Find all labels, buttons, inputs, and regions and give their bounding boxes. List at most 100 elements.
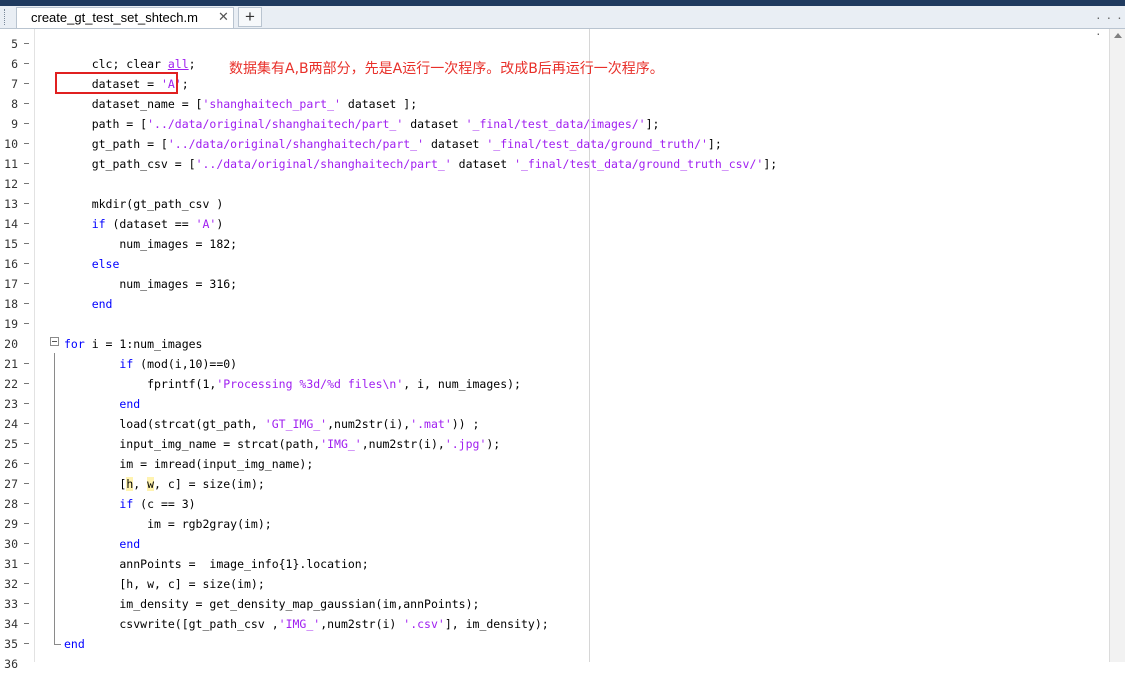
line-number[interactable]: 33 <box>0 594 18 614</box>
breakpoint-marker[interactable] <box>24 623 29 624</box>
line-number[interactable]: 36 <box>0 654 18 674</box>
line-number[interactable]: 17 <box>0 274 18 294</box>
line-number[interactable]: 34 <box>0 614 18 634</box>
breakpoint-marker[interactable] <box>24 83 29 84</box>
code-keyword: if <box>91 217 106 231</box>
line-number[interactable]: 35 <box>0 634 18 654</box>
breakpoint-marker[interactable] <box>24 543 29 544</box>
code-line[interactable]: 10 gt_path = ['../data/original/shanghai… <box>0 134 1125 154</box>
tab-create-gt-test-set-shtech[interactable]: create_gt_test_set_shtech.m ✕ <box>16 7 234 28</box>
breakpoint-marker[interactable] <box>24 443 29 444</box>
code-line[interactable]: 17 num_images = 316; <box>0 274 1125 294</box>
code-line[interactable]: 28 if (c == 3) <box>0 494 1125 514</box>
line-number[interactable]: 29 <box>0 514 18 534</box>
code-line[interactable]: 21 if (mod(i,10)==0) <box>0 354 1125 374</box>
breakpoint-marker[interactable] <box>24 603 29 604</box>
code-line[interactable]: 30 end <box>0 534 1125 554</box>
line-number[interactable]: 26 <box>0 454 18 474</box>
line-number[interactable]: 13 <box>0 194 18 214</box>
line-number[interactable]: 28 <box>0 494 18 514</box>
line-number[interactable]: 5 <box>0 34 18 54</box>
breakpoint-marker[interactable] <box>24 523 29 524</box>
line-number[interactable]: 30 <box>0 534 18 554</box>
code-line[interactable]: 16 else <box>0 254 1125 274</box>
breakpoint-marker[interactable] <box>24 403 29 404</box>
close-icon[interactable]: ✕ <box>218 9 229 25</box>
breakpoint-marker[interactable] <box>24 103 29 104</box>
line-number[interactable]: 20 <box>0 334 18 354</box>
code-token: im = imread(input_img_name); <box>64 457 314 471</box>
line-number[interactable]: 9 <box>0 114 18 134</box>
line-number[interactable]: 27 <box>0 474 18 494</box>
line-number[interactable]: 6 <box>0 54 18 74</box>
breakpoint-marker[interactable] <box>24 223 29 224</box>
code-line[interactable]: 25 input_img_name = strcat(path,'IMG_',n… <box>0 434 1125 454</box>
breakpoint-marker[interactable] <box>24 163 29 164</box>
code-token: [ <box>64 477 127 491</box>
code-line[interactable]: 14 if (dataset == 'A') <box>0 214 1125 234</box>
line-number[interactable]: 10 <box>0 134 18 154</box>
fold-toggle-icon[interactable] <box>50 337 59 346</box>
code-line[interactable]: 34 csvwrite([gt_path_csv ,'IMG_',num2str… <box>0 614 1125 634</box>
code-line[interactable]: 11 gt_path_csv = ['../data/original/shan… <box>0 154 1125 174</box>
breakpoint-marker[interactable] <box>24 143 29 144</box>
code-line[interactable]: 33 im_density = get_density_map_gaussian… <box>0 594 1125 614</box>
line-number[interactable]: 23 <box>0 394 18 414</box>
line-number[interactable]: 25 <box>0 434 18 454</box>
line-number[interactable]: 22 <box>0 374 18 394</box>
line-number[interactable]: 19 <box>0 314 18 334</box>
breakpoint-marker[interactable] <box>24 63 29 64</box>
breakpoint-marker[interactable] <box>24 463 29 464</box>
line-number[interactable]: 31 <box>0 554 18 574</box>
code-line[interactable]: 22 fprintf(1,'Processing %3d/%d files\n'… <box>0 374 1125 394</box>
line-number[interactable]: 7 <box>0 74 18 94</box>
code-line[interactable]: 23 end <box>0 394 1125 414</box>
line-number[interactable]: 12 <box>0 174 18 194</box>
code-line[interactable]: 31 annPoints = image_info{1}.location; <box>0 554 1125 574</box>
code-line[interactable]: 32 [h, w, c] = size(im); <box>0 574 1125 594</box>
code-line[interactable]: 29 im = rgb2gray(im); <box>0 514 1125 534</box>
breakpoint-marker[interactable] <box>24 383 29 384</box>
breakpoint-marker[interactable] <box>24 123 29 124</box>
breakpoint-marker[interactable] <box>24 423 29 424</box>
line-number[interactable]: 32 <box>0 574 18 594</box>
breakpoint-marker[interactable] <box>24 643 29 644</box>
breakpoint-marker[interactable] <box>24 483 29 484</box>
code-line[interactable]: 15 num_images = 182; <box>0 234 1125 254</box>
line-number[interactable]: 14 <box>0 214 18 234</box>
code-line[interactable]: 35 end <box>0 634 1125 654</box>
tab-bar-grip[interactable] <box>4 9 11 25</box>
code-line[interactable]: 20 for i = 1:num_images <box>0 334 1125 354</box>
code-line[interactable]: 26 im = imread(input_img_name); <box>0 454 1125 474</box>
code-line[interactable]: 24 load(strcat(gt_path, 'GT_IMG_',num2st… <box>0 414 1125 434</box>
code-line[interactable]: 8 dataset_name = ['shanghaitech_part_' d… <box>0 94 1125 114</box>
line-number[interactable]: 8 <box>0 94 18 114</box>
breakpoint-marker[interactable] <box>24 43 29 44</box>
breakpoint-marker[interactable] <box>24 183 29 184</box>
breakpoint-marker[interactable] <box>24 243 29 244</box>
code-line[interactable]: 36 <box>0 654 1125 674</box>
breakpoint-marker[interactable] <box>24 563 29 564</box>
breakpoint-marker[interactable] <box>24 583 29 584</box>
code-line[interactable]: 13 mkdir(gt_path_csv ) <box>0 194 1125 214</box>
code-line[interactable]: 12 <box>0 174 1125 194</box>
breakpoint-marker[interactable] <box>24 283 29 284</box>
code-line[interactable]: 27 [h, w, c] = size(im); <box>0 474 1125 494</box>
breakpoint-marker[interactable] <box>24 203 29 204</box>
line-number[interactable]: 15 <box>0 234 18 254</box>
code-line[interactable]: 19 <box>0 314 1125 334</box>
breakpoint-marker[interactable] <box>24 323 29 324</box>
line-number[interactable]: 16 <box>0 254 18 274</box>
breakpoint-marker[interactable] <box>24 303 29 304</box>
code-line[interactable]: 9 path = ['../data/original/shanghaitech… <box>0 114 1125 134</box>
new-tab-button[interactable]: + <box>238 7 262 27</box>
breakpoint-marker[interactable] <box>24 363 29 364</box>
line-number[interactable]: 18 <box>0 294 18 314</box>
line-number[interactable]: 21 <box>0 354 18 374</box>
code-line[interactable]: 18 end <box>0 294 1125 314</box>
line-number[interactable]: 11 <box>0 154 18 174</box>
breakpoint-marker[interactable] <box>24 263 29 264</box>
line-number[interactable]: 24 <box>0 414 18 434</box>
code-line[interactable]: 5 <box>0 34 1125 54</box>
breakpoint-marker[interactable] <box>24 503 29 504</box>
